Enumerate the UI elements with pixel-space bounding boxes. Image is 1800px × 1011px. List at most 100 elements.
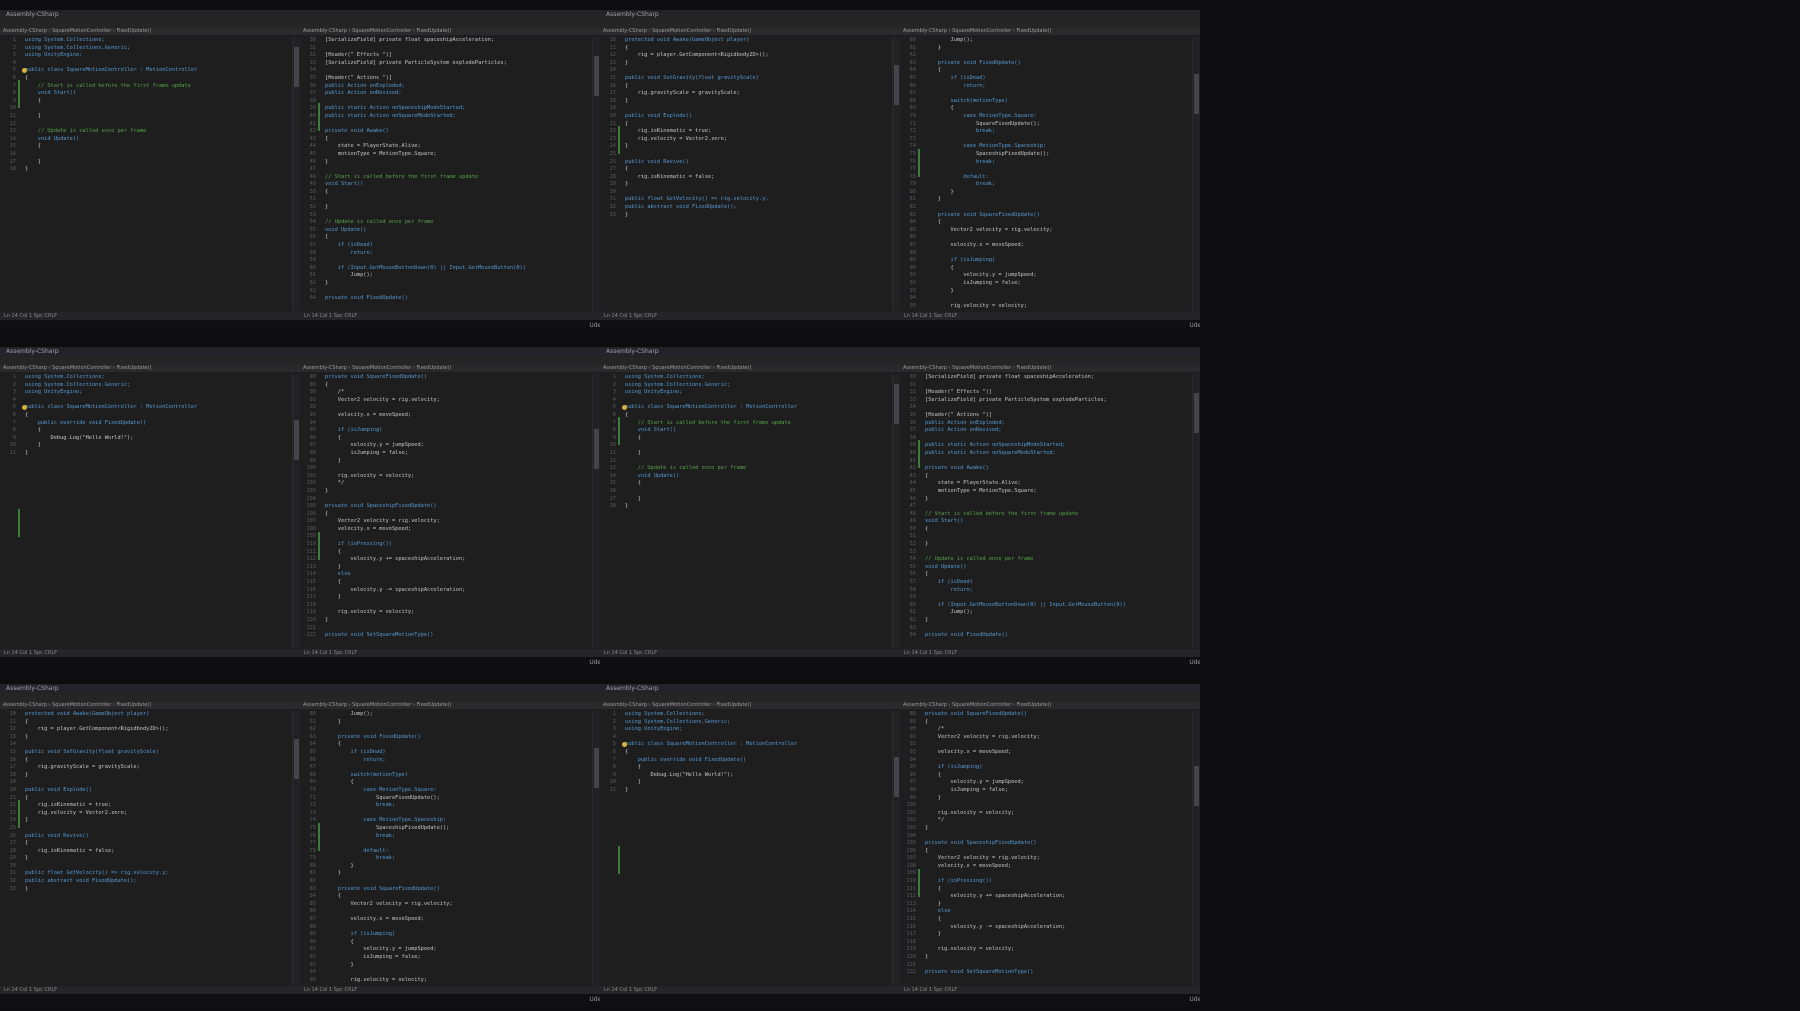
navigation-bar[interactable]: Assembly-CSharp › SquareMotionController… <box>300 365 600 372</box>
navigation-bar[interactable]: Assembly-CSharp › SquareMotionController… <box>900 702 1200 709</box>
navigation-bar[interactable]: Assembly-CSharp › SquareMotionController… <box>0 365 300 372</box>
editor-tabstrip: SquareMotionController.csMotionControlle… <box>900 357 1200 365</box>
navigation-bar[interactable]: Assembly-CSharp › SquareMotionController… <box>600 28 900 35</box>
scrollbar-thumb[interactable] <box>594 429 599 469</box>
line-number: 92 <box>309 954 316 960</box>
vertical-scrollbar[interactable] <box>1192 711 1200 985</box>
navigation-bar[interactable]: Assembly-CSharp › SquareMotionController… <box>900 28 1200 35</box>
code-text: } <box>925 541 929 548</box>
navigation-bar[interactable]: Assembly-CSharp › SquareMotionController… <box>300 28 600 35</box>
change-indicator <box>18 800 20 828</box>
code-editor[interactable]: 60 Jump(); 61 } 62 63 private void FixedUpd… <box>900 37 1192 311</box>
code-editor[interactable]: 10 protected void Awake(GameObject player… <box>0 711 292 985</box>
line-number: 24 <box>609 143 616 150</box>
navigation-bar[interactable]: Assembly-CSharp › SquareMotionController… <box>600 365 900 372</box>
scrollbar-thumb[interactable] <box>894 757 899 797</box>
code-editor[interactable]: 1 using System.Collections; 2 using System.… <box>0 37 292 311</box>
code-line: 75 SpaceshipFixedUpdate(); <box>300 825 592 833</box>
code-line: 111 { <box>900 886 1192 894</box>
code-line: 65 if (isDead) <box>900 75 1192 83</box>
vertical-scrollbar[interactable] <box>592 37 600 311</box>
scrollbar-thumb[interactable] <box>294 47 299 87</box>
line-number: 22 <box>609 128 616 135</box>
code-line: 6{ <box>0 75 292 83</box>
code-text: velocity.x = moveSpeed; <box>925 748 1012 755</box>
code-line: 93 } <box>300 962 592 970</box>
lightbulb-icon[interactable] <box>622 742 627 747</box>
vertical-scrollbar[interactable] <box>892 374 900 648</box>
line-number: 92 <box>909 741 916 748</box>
vertical-scrollbar[interactable] <box>292 37 300 311</box>
code-text: // Start is called before the first fram… <box>25 82 191 89</box>
scrollbar-thumb[interactable] <box>894 384 899 424</box>
scrollbar-thumb[interactable] <box>594 56 599 96</box>
line-number: 20 <box>609 112 616 119</box>
code-text: using UnityEngine; <box>25 389 83 396</box>
code-editor[interactable]: 1 using System.Collections; 2 using System.… <box>600 374 892 648</box>
code-editor[interactable]: 1 using System.Collections; 2 using System.… <box>0 374 292 648</box>
code-text: public float GetVelocity() => rig.veloci… <box>25 870 169 877</box>
scrollbar-thumb[interactable] <box>1194 393 1199 433</box>
navigation-bar[interactable]: Assembly-CSharp › SquareMotionController… <box>0 28 300 35</box>
line-number: 28 <box>609 173 616 180</box>
scrollbar-thumb[interactable] <box>294 739 299 779</box>
taskbar-label: Udemy <box>589 322 600 329</box>
vertical-scrollbar[interactable] <box>892 37 900 311</box>
line-number: 5 <box>12 67 16 74</box>
vertical-scrollbar[interactable] <box>1192 374 1200 648</box>
code-text: { <box>625 166 629 173</box>
navigation-bar[interactable]: Assembly-CSharp › SquareMotionController… <box>0 702 300 709</box>
scrollbar-thumb[interactable] <box>1194 766 1199 806</box>
code-line: 18} <box>600 503 892 511</box>
code-editor[interactable]: 60 Jump(); 61 } 62 63 private void FixedUpd… <box>300 711 592 985</box>
lightbulb-icon[interactable] <box>622 405 627 410</box>
code-editor[interactable]: 30 [SerializeField] private float spacesh… <box>900 374 1192 648</box>
code-text: switch(motionType) <box>325 771 408 778</box>
code-text: public Action onExploded; <box>925 419 1005 426</box>
code-editor[interactable]: 88 private void SquareFixedUpdate() 89 {90 … <box>300 374 592 648</box>
vertical-scrollbar[interactable] <box>292 711 300 985</box>
code-line: 22 rig.isKinematic = true; <box>0 802 292 810</box>
vertical-scrollbar[interactable] <box>292 374 300 648</box>
code-line: 9 Debug.Log("Hello World!"); <box>0 435 292 443</box>
code-line: 17 } <box>600 496 892 504</box>
code-editor[interactable]: 88 private void SquareFixedUpdate() 89 {90 … <box>900 711 1192 985</box>
code-text: public static Action onSquareModeStarted… <box>325 112 456 119</box>
scrollbar-thumb[interactable] <box>294 420 299 460</box>
line-number: 100 <box>306 465 316 472</box>
code-line: 90 { <box>900 265 1192 273</box>
code-editor[interactable]: 10 protected void Awake(GameObject player… <box>600 37 892 311</box>
scrollbar-thumb[interactable] <box>1194 74 1199 114</box>
code-text: } <box>925 794 941 801</box>
code-editor[interactable]: 1 using System.Collections; 2 using System.… <box>600 711 892 985</box>
scrollbar-thumb[interactable] <box>594 748 599 788</box>
code-text: { <box>25 411 29 418</box>
navigation-bar[interactable]: Assembly-CSharp › SquareMotionController… <box>600 702 900 709</box>
code-line: 99 } <box>300 458 592 466</box>
lightbulb-icon[interactable] <box>22 405 27 410</box>
line-number: 99 <box>909 794 916 801</box>
code-line: 8 void Start() <box>600 427 892 435</box>
line-number: 32 <box>909 389 916 396</box>
navigation-bar[interactable]: Assembly-CSharp › SquareMotionController… <box>900 365 1200 372</box>
window-title: Assembly-CSharp <box>606 685 659 692</box>
line-number: 12 <box>609 52 616 59</box>
lightbulb-icon[interactable] <box>22 68 27 73</box>
vertical-scrollbar[interactable] <box>592 374 600 648</box>
code-line: 37 public Action onRevived; <box>900 427 1192 435</box>
code-text: rig.velocity = velocity; <box>925 302 1028 309</box>
scrollbar-thumb[interactable] <box>894 65 899 105</box>
vertical-scrollbar[interactable] <box>592 711 600 985</box>
code-editor[interactable]: 30 [SerializeField] private float spacesh… <box>300 37 592 311</box>
code-line: 34 <box>300 67 592 75</box>
code-line: 69 { <box>900 105 1192 113</box>
code-line: 28 rig.isKinematic = false; <box>600 174 892 182</box>
line-number: 15 <box>9 748 16 755</box>
code-line: 88 <box>300 924 592 932</box>
vertical-scrollbar[interactable] <box>892 711 900 985</box>
editor-pane: SquareMotionController.csMotionControlle… <box>900 20 1200 320</box>
code-line: 94 <box>900 295 1192 303</box>
navigation-bar[interactable]: Assembly-CSharp › SquareMotionController… <box>300 702 600 709</box>
vertical-scrollbar[interactable] <box>1192 37 1200 311</box>
code-text: public Action onRevived; <box>925 427 1002 434</box>
